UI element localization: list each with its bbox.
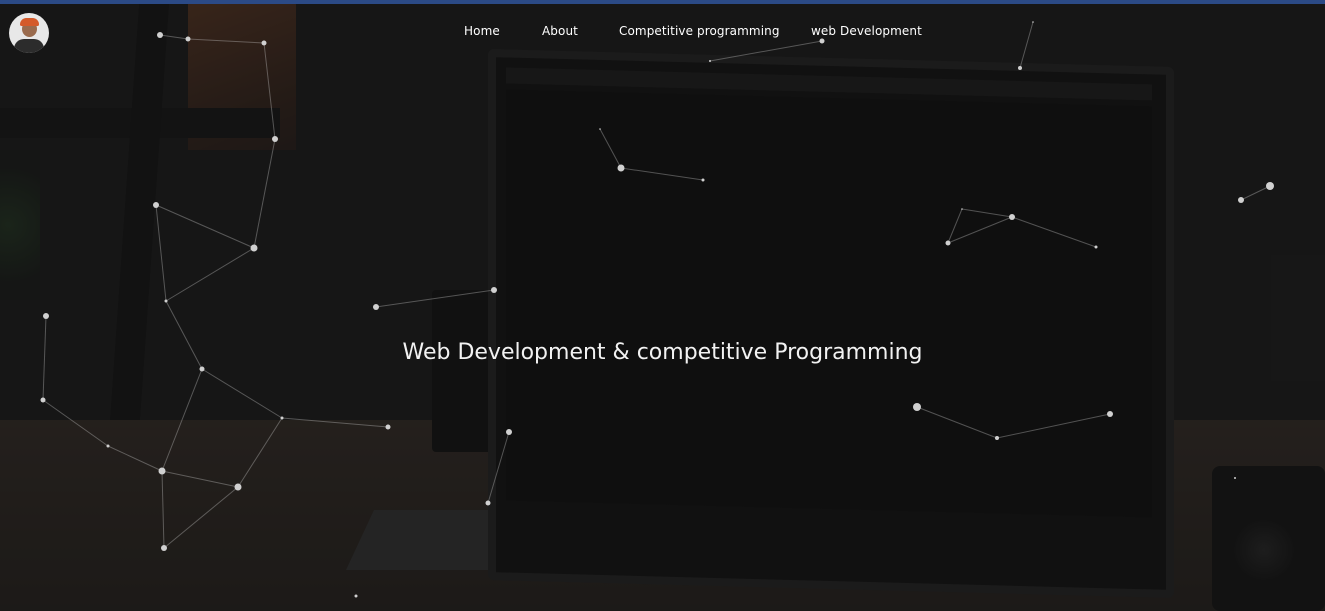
particle-link [599, 128, 622, 169]
nav-web-development-link[interactable]: web Development [811, 24, 922, 38]
particle-link [1240, 185, 1271, 201]
particle-link [709, 40, 823, 62]
particle-dot [199, 366, 205, 372]
particle-link [281, 417, 389, 428]
particle-dot [1107, 411, 1113, 417]
nav-home-link[interactable]: Home [464, 24, 500, 38]
particle-link [996, 413, 1111, 439]
particle-dot [961, 208, 963, 210]
particle-dot [153, 202, 159, 208]
particle-link [155, 204, 255, 249]
particle-link [155, 204, 167, 302]
particle-dot [913, 403, 921, 411]
particle-dot [234, 483, 242, 491]
hero-title: Web Development & competitive Programmin… [402, 340, 923, 365]
particle-dot [1009, 214, 1015, 220]
particle-dot [1032, 21, 1034, 23]
particle-link [263, 42, 276, 140]
particle-link [620, 167, 704, 181]
particle-link [253, 138, 276, 249]
particle-dot [709, 60, 711, 62]
particle-dot [1094, 245, 1098, 249]
particle-dot [40, 397, 46, 403]
particle-link [165, 247, 255, 302]
particle-dot [701, 178, 705, 182]
nav-about-link[interactable]: About [542, 24, 578, 38]
particle-dot [1266, 182, 1274, 190]
particle-dot [1238, 197, 1244, 203]
particle-link [163, 486, 239, 549]
particle-network [40, 21, 1274, 598]
particle-link [487, 431, 510, 504]
particle-link [42, 399, 109, 447]
particle-link [916, 406, 998, 439]
particle-link [161, 470, 239, 488]
particle-link [1011, 216, 1097, 248]
particle-dot [1234, 477, 1236, 479]
particle-dot [43, 313, 49, 319]
particle-dot [158, 467, 166, 475]
particle-dot [373, 304, 379, 310]
particle-dot [995, 436, 999, 440]
particle-dot [385, 424, 391, 430]
particle-link [375, 289, 495, 308]
particle-dot [599, 128, 601, 130]
particle-dot [161, 545, 167, 551]
particle-dot [945, 240, 951, 246]
particle-dot [506, 429, 512, 435]
particle-dot [250, 244, 258, 252]
particle-link [237, 417, 283, 488]
nav-competitive-programming-link[interactable]: Competitive programming [619, 24, 780, 38]
particle-dot [354, 594, 358, 598]
particle-dot [485, 500, 491, 506]
particle-link [161, 368, 203, 472]
particle-dot [491, 287, 497, 293]
particle-dot [272, 136, 278, 142]
particle-link [961, 208, 1013, 218]
particle-link [201, 368, 283, 419]
top-accent-bar [0, 0, 1325, 4]
particle-dot [1018, 66, 1022, 70]
particle-link [107, 445, 163, 472]
main-nav: Home About Competitive programming web D… [0, 24, 1325, 44]
particle-link [161, 470, 165, 549]
particle-dot [617, 164, 625, 172]
particle-dot [164, 299, 168, 303]
particle-dot [280, 416, 284, 420]
particle-dot [106, 444, 110, 448]
